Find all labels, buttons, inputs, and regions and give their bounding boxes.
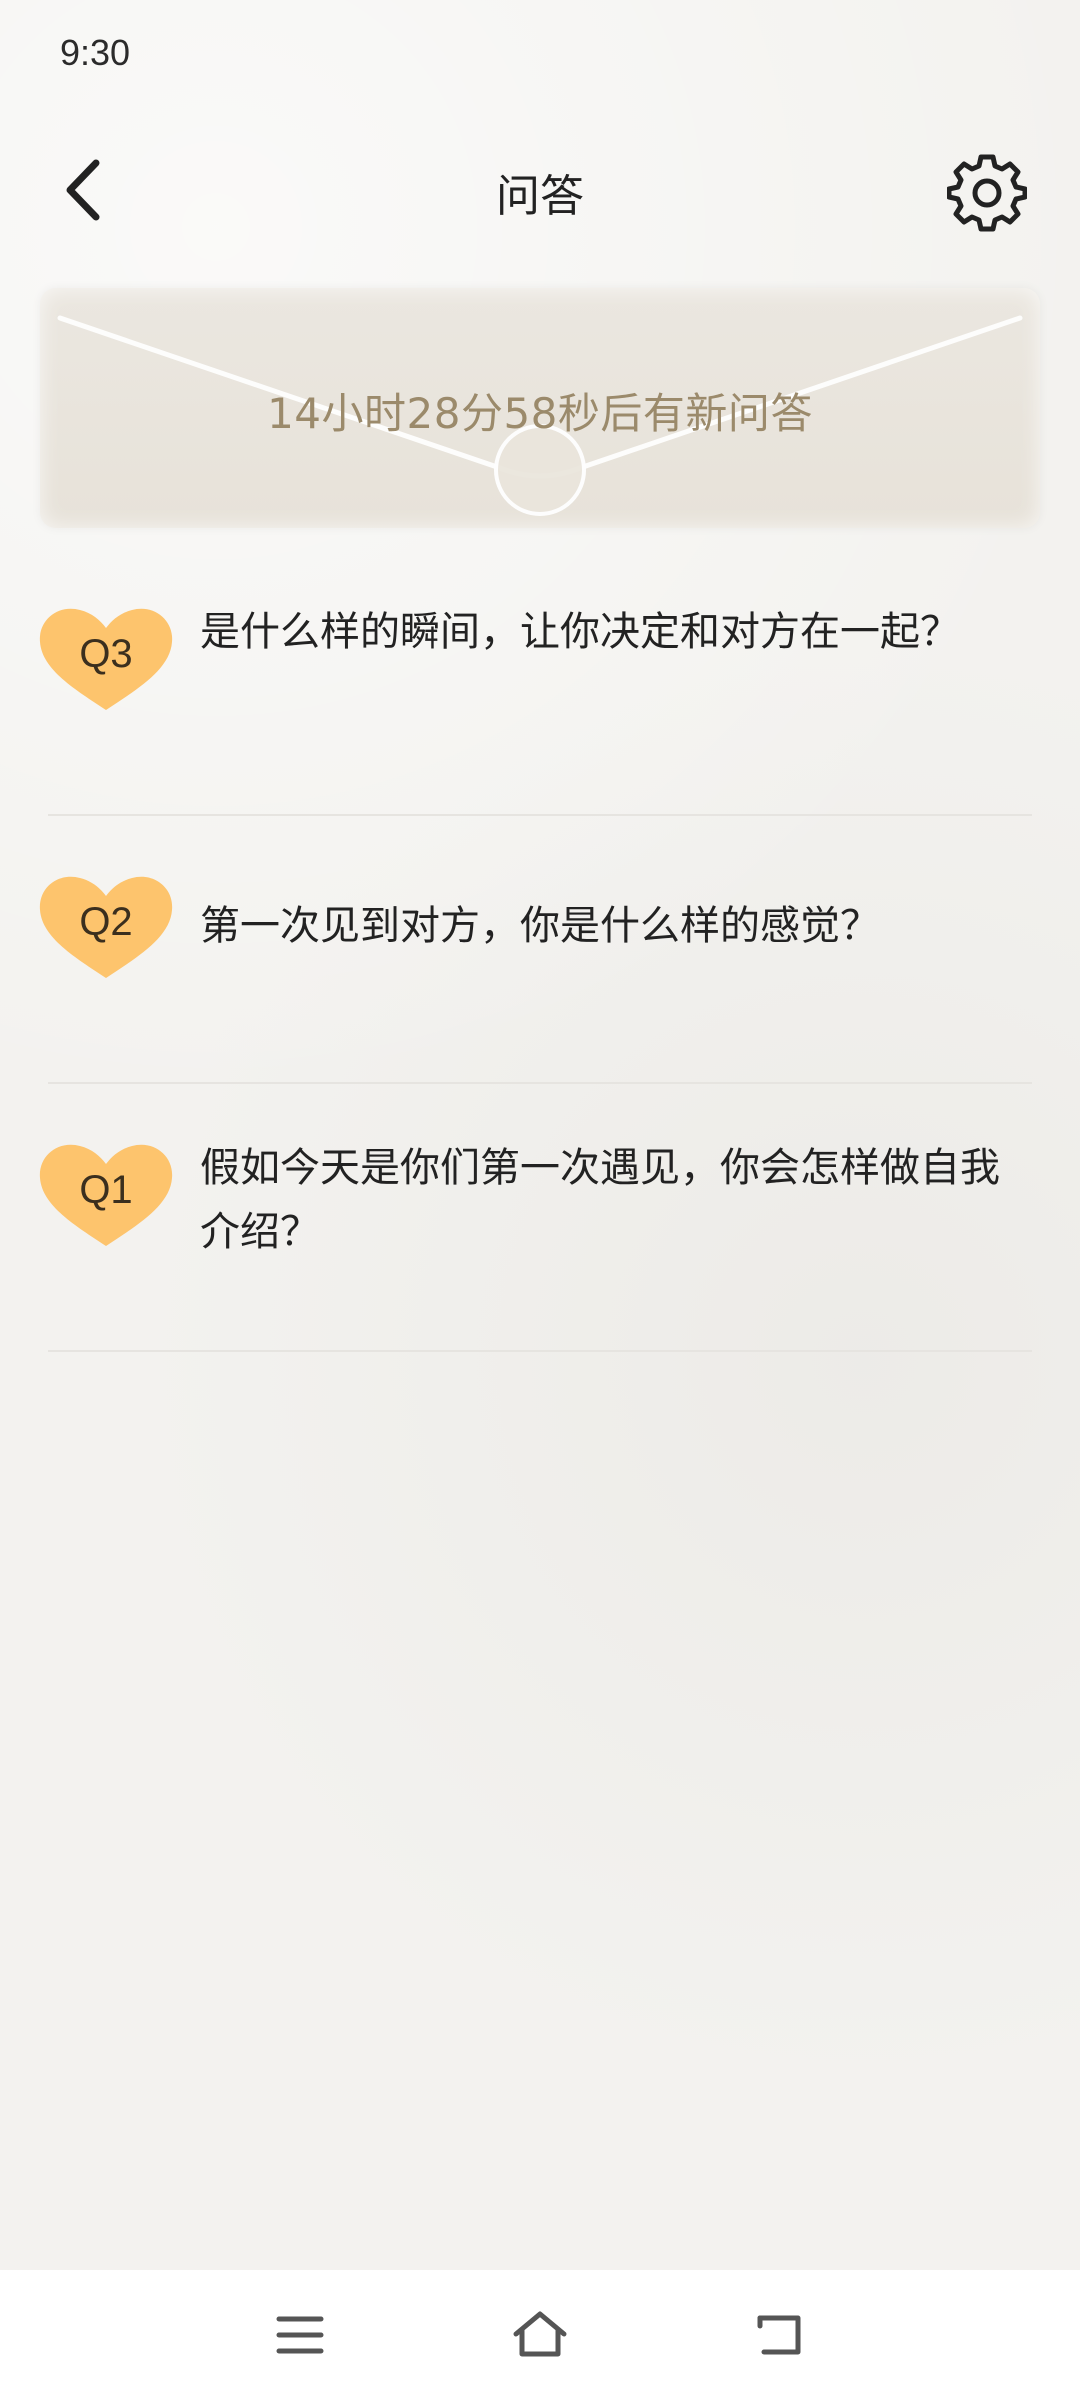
- return-icon: [757, 2315, 801, 2355]
- settings-button[interactable]: [942, 148, 1032, 238]
- q-badge-label: Q3: [79, 632, 133, 676]
- question-text: 是什么样的瞬间，让你决定和对方在一起？: [200, 609, 960, 655]
- q-badge: Q2: [36, 866, 176, 986]
- question-text: 假如今天是你们第一次遇见，你会怎样做自我介绍？: [200, 1145, 1000, 1255]
- q-badge-label: Q1: [79, 1168, 133, 1212]
- nav-back-button[interactable]: [740, 2300, 820, 2370]
- envelope-banner: 14小时28分58秒后有新问答: [40, 288, 1040, 528]
- qa-item-q1[interactable]: Q1 假如今天是你们第一次遇见，你会怎样做自我介绍？: [0, 1084, 1080, 1352]
- q-badge: Q1: [36, 1134, 176, 1254]
- qa-item-q2[interactable]: Q2 第一次见到对方，你是什么样的感觉？: [0, 816, 1080, 1084]
- gear-icon: [947, 154, 1027, 232]
- question-text: 第一次见到对方，你是什么样的感觉？: [200, 903, 880, 949]
- divider: [48, 1350, 1032, 1352]
- q-badge: Q3: [36, 598, 176, 718]
- qa-list: Q3 是什么样的瞬间，让你决定和对方在一起？ Q2 第一次见到对方，你是什么样的…: [0, 548, 1080, 1352]
- nav-menu-button[interactable]: [260, 2300, 340, 2370]
- status-time: 9:30: [60, 32, 131, 73]
- system-nav-bar: [0, 2270, 1080, 2400]
- q-badge-label: Q2: [79, 900, 133, 944]
- qa-item-q3[interactable]: Q3 是什么样的瞬间，让你决定和对方在一起？: [0, 548, 1080, 816]
- home-icon: [513, 2311, 567, 2357]
- countdown-text: 14小时28分58秒后有新问答: [267, 389, 813, 438]
- menu-icon: [276, 2316, 324, 2354]
- nav-home-button[interactable]: [500, 2300, 580, 2370]
- page-title: 问答: [496, 171, 584, 222]
